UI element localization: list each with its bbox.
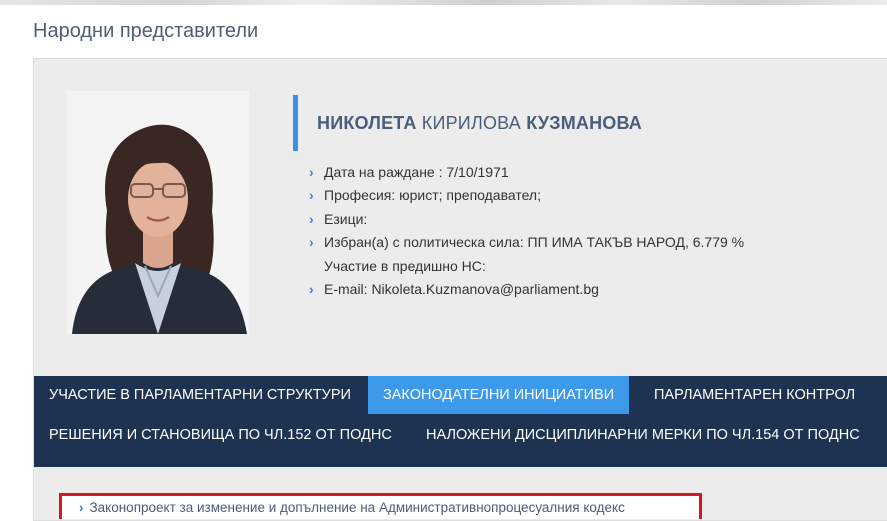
mp-full-name: НИКОЛЕТА КИРИЛОВА КУЗМАНОВА bbox=[317, 113, 642, 134]
first-name: НИКОЛЕТА bbox=[317, 112, 417, 133]
highlighted-result-row: › Законопроект за изменение и допълнение … bbox=[59, 493, 702, 519]
last-name: КУЗМАНОВА bbox=[526, 112, 642, 133]
mp-details-list: › Дата на раждане : 7/10/1971 › Професия… bbox=[309, 162, 744, 302]
detail-text: Избран(а) с политическа сила: ПП ИМА ТАК… bbox=[324, 234, 745, 251]
mp-photo bbox=[67, 91, 249, 334]
detail-profession: › Професия: юрист; преподавател; bbox=[309, 185, 744, 208]
header-image-strip bbox=[0, 0, 887, 5]
detail-text: Професия: юрист; преподавател; bbox=[324, 187, 541, 204]
detail-email: › E-mail: Nikoleta.Kuzmanova@parliament.… bbox=[309, 279, 744, 302]
tab-decisions-art152[interactable]: Решения и становища по чл.152 от ПОДНС bbox=[34, 416, 407, 454]
chevron-right-icon: › bbox=[79, 500, 84, 515]
page-title: Народни представители bbox=[33, 20, 259, 42]
middle-name: КИРИЛОВА bbox=[421, 112, 521, 133]
bill-link[interactable]: › Законопроект за изменение и допълнение … bbox=[79, 500, 625, 515]
chevron-right-icon: › bbox=[309, 210, 314, 227]
detail-text: Участие в предишно НС: bbox=[324, 257, 486, 274]
detail-text[interactable]: E-mail: Nikoleta.Kuzmanova@parliament.bg bbox=[324, 281, 599, 297]
detail-text: Езици: bbox=[324, 210, 368, 227]
detail-text: Дата на раждане : 7/10/1971 bbox=[324, 164, 509, 180]
chevron-right-icon: › bbox=[309, 280, 314, 297]
chevron-right-icon: › bbox=[309, 187, 314, 204]
detail-birth-date: › Дата на раждане : 7/10/1971 bbox=[309, 162, 744, 185]
portrait-image bbox=[67, 91, 249, 334]
mp-name-block: НИКОЛЕТА КИРИЛОВА КУЗМАНОВА bbox=[293, 95, 642, 151]
tab-legislative-initiatives[interactable]: Законодателни инициативи bbox=[368, 376, 630, 414]
tab-disciplinary-measures-art154[interactable]: Наложени дисциплинарни мерки по чл.154 о… bbox=[411, 416, 875, 454]
profile-tabs-nav: Участие в парламентарни структури Законо… bbox=[34, 376, 887, 467]
tab-parliamentary-control[interactable]: Парламентарен контрол bbox=[639, 376, 870, 414]
detail-political-party: › Избран(а) с политическа сила: ПП ИМА Т… bbox=[309, 232, 744, 255]
detail-languages: › Езици: bbox=[309, 209, 744, 232]
chevron-right-icon: › bbox=[309, 164, 314, 180]
bill-link-text[interactable]: Законопроект за изменение и допълнение н… bbox=[90, 500, 625, 515]
detail-previous-ns: Участие в предишно НС: bbox=[309, 256, 744, 279]
tab-parliamentary-structures[interactable]: Участие в парламентарни структури bbox=[34, 376, 366, 414]
chevron-right-icon: › bbox=[309, 234, 314, 251]
